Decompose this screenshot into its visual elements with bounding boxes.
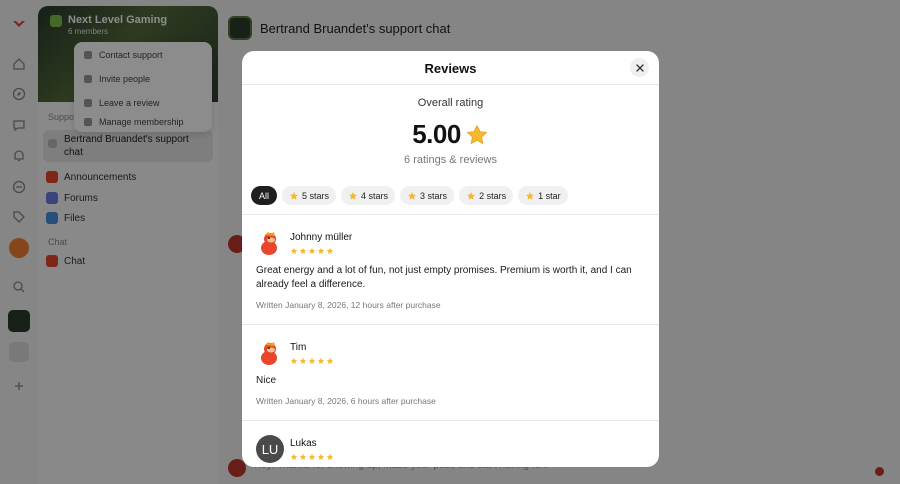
star-icon <box>290 357 298 364</box>
modal-title: Reviews <box>424 61 477 76</box>
filter-chip-5-stars[interactable]: 5 stars <box>282 186 337 205</box>
reviewer-name: Johnny müller <box>290 231 353 243</box>
rating-filter-bar: All 5 stars 4 stars 3 stars 2 stars 1 star <box>251 186 568 205</box>
star-icon <box>308 247 316 254</box>
overall-rating-label: Overall rating <box>417 97 484 109</box>
star-icon <box>408 191 417 200</box>
filter-chip-label: 1 star <box>538 190 561 201</box>
reviewer-name: Tim <box>290 341 307 353</box>
star-icon <box>290 453 298 460</box>
star-icon <box>317 357 325 364</box>
star-icon <box>326 453 334 460</box>
reviewer-avatar: LU <box>256 435 284 463</box>
mascot-avatar-icon <box>256 339 284 367</box>
filter-chip-label: All <box>259 190 270 201</box>
review-item: LU Lukas <box>256 435 648 463</box>
reviewer-avatar <box>256 229 284 257</box>
review-stars <box>290 357 334 365</box>
star-icon <box>349 191 357 200</box>
star-icon <box>308 453 316 460</box>
filter-chip-4-stars[interactable]: 4 stars <box>341 186 396 205</box>
review-stars <box>290 247 352 255</box>
ratings-count: 6 ratings & reviews <box>404 154 497 166</box>
review-meta: Written January 8, 2026, 12 hours after … <box>256 300 441 310</box>
star-icon <box>308 357 316 364</box>
star-icon <box>326 357 334 364</box>
star-icon <box>526 191 535 200</box>
star-icon <box>317 453 325 460</box>
star-icon <box>467 191 476 200</box>
reviewer-name: Lukas <box>290 437 317 449</box>
filter-chip-all[interactable]: All <box>251 186 278 205</box>
star-icon <box>299 357 307 364</box>
filter-chip-label: 3 stars <box>420 190 448 201</box>
filter-chip-3-stars[interactable]: 3 stars <box>400 186 455 205</box>
star-icon <box>326 247 334 254</box>
review-header: Johnny müller <box>256 229 648 257</box>
review-stars <box>290 453 334 461</box>
review-header: LU Lukas <box>256 435 648 463</box>
review-item: Johnny müller Great energy and a lot of … <box>256 229 648 310</box>
review-header: Tim <box>256 339 648 367</box>
star-icon <box>290 247 298 254</box>
close-icon <box>635 63 644 72</box>
modal-header: Reviews <box>242 51 659 85</box>
filter-chip-1-star[interactable]: 1 star <box>518 186 568 205</box>
star-icon <box>299 453 307 460</box>
filter-chip-2-stars[interactable]: 2 stars <box>459 186 514 205</box>
star-icon <box>299 247 307 254</box>
rating-score: 5.00 <box>412 119 461 149</box>
divider <box>242 324 659 325</box>
mascot-avatar-icon <box>256 229 284 257</box>
filter-chip-label: 5 stars <box>302 190 330 201</box>
review-text: Great energy and a lot of fun, not just … <box>256 265 632 290</box>
review-meta: Written January 8, 2026, 6 hours after p… <box>256 396 436 406</box>
divider <box>242 420 659 421</box>
filter-chip-label: 2 stars <box>479 190 507 201</box>
star-icon <box>290 191 298 200</box>
close-button[interactable] <box>630 58 649 77</box>
star-icon <box>317 247 325 254</box>
review-item: Tim Nice Written January 8, 2026, 6 hour… <box>256 339 648 406</box>
reviews-modal: Reviews Overall rating 5.00 6 ratings & … <box>242 51 659 467</box>
filter-chip-label: 4 stars <box>361 190 389 201</box>
star-icon <box>465 123 489 147</box>
divider <box>242 214 659 215</box>
reviewer-avatar <box>256 339 284 367</box>
score-row: 5.00 <box>242 119 659 150</box>
review-text: Nice <box>256 375 277 386</box>
